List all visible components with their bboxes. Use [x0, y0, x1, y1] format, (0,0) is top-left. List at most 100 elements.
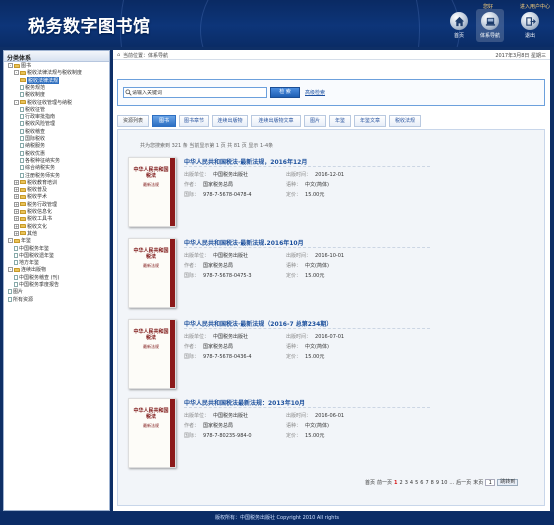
pager-page[interactable]: 7	[425, 480, 428, 486]
tab-1[interactable]: 图书	[152, 115, 176, 127]
sidebar-item[interactable]: 税收征管	[20, 106, 45, 113]
pager-first[interactable]: 首页	[365, 479, 375, 486]
sidebar-item[interactable]: 所有资源	[8, 296, 33, 303]
pager-page[interactable]: 1	[394, 480, 397, 486]
pager-page[interactable]: 3	[405, 480, 408, 486]
tab-8[interactable]: 税收法规	[389, 115, 421, 127]
sidebar-item-label: 行政审批指南	[25, 114, 56, 121]
expand-icon[interactable]: +	[14, 230, 19, 236]
pager-page[interactable]: 6	[420, 480, 423, 486]
book-cover[interactable]: 中华人民共和国税法 最新法规	[128, 398, 176, 468]
sidebar-item[interactable]: + 其他	[14, 230, 37, 237]
sidebar-item[interactable]: - 连续出版物	[8, 266, 46, 273]
tab-3[interactable]: 连续出版物	[212, 115, 248, 127]
sidebar-item[interactable]: 行政审批指南	[20, 113, 55, 120]
sidebar-item[interactable]: + 税收文化	[14, 223, 47, 230]
search-field[interactable]	[123, 87, 267, 98]
collapse-icon[interactable]: -	[8, 267, 13, 273]
sidebar-item[interactable]: - 年鉴	[8, 237, 31, 244]
expand-icon[interactable]: +	[14, 209, 19, 214]
tab-4[interactable]: 连续出版物文章	[251, 115, 301, 127]
expand-icon[interactable]: +	[14, 216, 19, 222]
book-language: 语种： 中文(简体)	[286, 181, 329, 188]
advanced-search-link[interactable]: 高级检索	[305, 89, 325, 96]
sidebar-item-label: 中国税务年鉴	[19, 245, 50, 252]
book-title-link[interactable]: 中华人民共和国税法最新法规：2013年10月	[184, 398, 305, 407]
collapse-icon[interactable]: -	[14, 70, 19, 76]
sidebar-item[interactable]: 中国税收遗年鉴	[14, 252, 54, 259]
breadcrumb-current[interactable]: 体系导航	[148, 53, 168, 59]
user-center-link[interactable]: 进入用户中心	[520, 3, 550, 10]
cover-title: 中华人民共和国税法	[133, 408, 169, 420]
book-title-link[interactable]: 中华人民共和国税法·最新法规.2016年10月	[184, 238, 304, 247]
book-price: 定价： 15.00元	[286, 272, 324, 279]
collapse-icon[interactable]: -	[8, 238, 13, 244]
book-cover[interactable]: 中华人民共和国税法 最新法规	[128, 157, 176, 227]
sidebar-item[interactable]: 综合纳税实务	[20, 164, 55, 171]
sidebar-item[interactable]: 税收稽查	[20, 128, 45, 135]
sidebar-item[interactable]: 税收法律法规	[20, 76, 60, 84]
tab-6[interactable]: 年鉴	[329, 115, 351, 127]
expand-icon[interactable]: +	[14, 187, 19, 193]
nav-exit-button[interactable]: 退出	[519, 12, 541, 39]
tab-7[interactable]: 年鉴文章	[354, 115, 386, 127]
book-cover[interactable]: 中华人民共和国税法 最新法规	[128, 238, 176, 308]
sidebar-item[interactable]: 税务规范	[20, 84, 45, 91]
pager-page[interactable]: 8	[431, 480, 434, 486]
sidebar-item[interactable]: - 图书	[8, 62, 31, 69]
nav-home-label: 首页	[453, 33, 464, 39]
expand-icon[interactable]: +	[14, 201, 19, 207]
nav-system-button[interactable]: 体系导航	[476, 9, 504, 42]
tab-2[interactable]: 图书章节	[179, 115, 209, 127]
pager-next[interactable]: 后一页	[456, 479, 471, 486]
book-pub-date: 出版时间： 2016-06-01	[286, 412, 344, 419]
sidebar-item[interactable]: 各税种征纳实务	[20, 157, 60, 164]
sidebar-item[interactable]: 税收优惠	[20, 150, 45, 157]
sidebar-item[interactable]: 注册税务师实务	[20, 172, 60, 179]
expand-icon[interactable]: +	[14, 194, 19, 200]
search-input[interactable]	[132, 89, 262, 96]
expand-icon[interactable]: +	[14, 223, 19, 229]
sidebar-item-label: 所有资源	[13, 296, 34, 303]
sidebar-item[interactable]: 国际税收	[20, 135, 45, 142]
pager-prev[interactable]: 前一页	[377, 479, 392, 486]
sidebar-item[interactable]: 中国税务稽查 (刊)	[14, 274, 60, 281]
sidebar-item[interactable]: 税收制度	[20, 91, 45, 98]
nav-home-button[interactable]: 首页	[448, 12, 470, 39]
sidebar-item[interactable]: 地方年鉴	[14, 259, 39, 266]
sidebar-item[interactable]: + 税收信息化	[14, 208, 52, 215]
sidebar-item-label: 税收优惠	[25, 150, 46, 157]
sidebar-item[interactable]: - 税收法律法规与税收制度	[14, 69, 82, 76]
collapse-icon[interactable]: -	[14, 99, 19, 105]
pager-page[interactable]: 9	[436, 480, 439, 486]
sidebar-item[interactable]: 纳税服务	[20, 142, 45, 149]
pager-page[interactable]: 4	[410, 480, 413, 486]
sidebar-item[interactable]: 税收风险管理	[20, 120, 55, 127]
expand-icon[interactable]: +	[14, 179, 19, 185]
collapse-icon[interactable]: -	[8, 63, 13, 68]
tab-0[interactable]: 资源列表	[117, 115, 149, 127]
pager-page[interactable]: 10	[441, 480, 447, 486]
sidebar-item[interactable]: + 税收学术	[14, 193, 47, 200]
pager-page[interactable]: ...	[449, 480, 454, 486]
pager-page[interactable]: 5	[415, 480, 418, 486]
sidebar-item[interactable]: + 税收工具书	[14, 215, 52, 222]
sidebar-item[interactable]: + 税收教育培训	[14, 179, 57, 186]
pager-goto-button[interactable]: 跳转到	[497, 479, 519, 486]
book-publisher: 出版单位： 中国税务出版社	[184, 333, 248, 340]
book-cover[interactable]: 中华人民共和国税法 最新法规	[128, 319, 176, 389]
sidebar-item[interactable]: 图片	[8, 288, 23, 295]
sidebar-item[interactable]: 中国税务年鉴	[14, 245, 49, 252]
tab-5[interactable]: 图片	[304, 115, 326, 127]
pager-goto-input[interactable]	[485, 479, 496, 486]
sidebar-item[interactable]: + 税务行政管理	[14, 201, 57, 208]
document-icon	[20, 143, 24, 149]
pager-last[interactable]: 末页	[473, 479, 483, 486]
book-title-link[interactable]: 中华人民共和国税法·最新法规（2016-7 总第234期）	[184, 319, 332, 328]
sidebar-item[interactable]: + 税收普及	[14, 186, 47, 193]
book-title-link[interactable]: 中华人民共和国税法·最新法规，2016年12月	[184, 157, 307, 166]
search-button[interactable]: 检 索	[270, 87, 300, 98]
pager-page[interactable]: 2	[400, 480, 403, 486]
sidebar-item[interactable]: 中国税务季度报告	[14, 281, 59, 288]
sidebar-item[interactable]: - 税收征收管理与纳税	[14, 99, 72, 106]
